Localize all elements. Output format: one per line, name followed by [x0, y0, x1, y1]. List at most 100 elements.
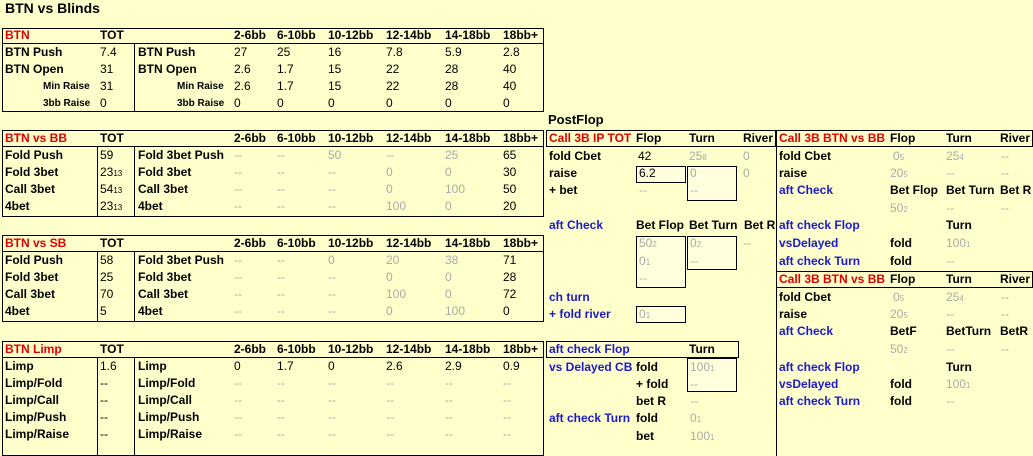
row-label: Fold Push: [5, 253, 63, 267]
value-cell: 1.7: [277, 62, 294, 76]
tot-value: 5413: [100, 182, 123, 196]
col-header: 6-10bb: [277, 131, 316, 145]
divider: [134, 43, 135, 112]
value-cell: 100: [445, 182, 466, 196]
row-label: Limp/Fold: [5, 376, 63, 390]
sb-section-header: BTN vs SB: [5, 236, 67, 250]
value-cell: 2.6: [386, 359, 403, 373]
value-cell: 38: [445, 253, 459, 267]
value-cell: 0: [503, 304, 510, 318]
btn-section-header: BTN: [5, 28, 30, 42]
row-label-2: Fold 3bet Push: [138, 253, 225, 267]
value-cell: --: [946, 342, 954, 356]
aft-check-label: aft Check: [779, 183, 834, 197]
col-header: Bet Turn: [689, 218, 738, 232]
row-label-2: 4bet: [138, 304, 163, 318]
value-cell: --: [639, 183, 647, 197]
value-cell: --: [234, 287, 242, 301]
raise-label: raise: [779, 307, 808, 321]
value-cell: --: [234, 427, 242, 441]
col-header: Bet R: [1000, 183, 1032, 197]
col-header: 2-6bb: [234, 236, 267, 250]
value-cell: 28: [445, 79, 459, 93]
col-header: 10-12bb: [328, 342, 374, 356]
tot-value: 58: [100, 253, 114, 267]
value-cell: --: [277, 393, 285, 407]
value-cell: --: [328, 376, 336, 390]
r1-section-header: Call 3B BTN vs BB: [779, 131, 886, 145]
limp-table-border: [2, 341, 544, 456]
col-header: 12-14bb: [386, 342, 432, 356]
value-cell: --: [234, 304, 242, 318]
value-cell: 100: [386, 287, 407, 301]
bet-r-label: bet R: [636, 394, 666, 408]
fold-label: fold: [890, 236, 912, 250]
value-cell: 0: [386, 165, 393, 179]
value-cell: 0: [277, 96, 284, 110]
col-header: 10-12bb: [328, 28, 374, 42]
value-cell: --: [277, 376, 285, 390]
row-label: Fold 3bet: [5, 165, 59, 179]
value-cell: --: [234, 410, 242, 424]
value-cell: --: [445, 376, 453, 390]
value-cell: 22: [386, 79, 400, 93]
col-header: 2-6bb: [234, 131, 267, 145]
value-cell: --: [328, 393, 336, 407]
value-cell: 0: [445, 287, 452, 301]
value-cell: --: [277, 182, 285, 196]
tot-value: 0: [100, 96, 107, 110]
col-header: 2-6bb: [234, 342, 267, 356]
divider: [97, 251, 98, 322]
col-header: Bet R: [744, 218, 776, 232]
row-label-2: Fold 3bet: [138, 270, 192, 284]
value-cell: --: [503, 393, 511, 407]
value-cell: 01: [690, 411, 702, 425]
value-cell: 05: [893, 290, 905, 304]
value-cell: --: [946, 201, 954, 215]
value-cell: 25: [445, 148, 459, 162]
col-header: Turn: [946, 272, 972, 286]
value-cell: 15: [328, 79, 342, 93]
bet-label: bet: [636, 429, 654, 443]
value-cell: 100: [386, 199, 407, 213]
fold-label: fold: [636, 411, 658, 425]
col-header: 12-14bb: [386, 28, 432, 42]
value-cell: --: [234, 182, 242, 196]
tot-header: TOT: [100, 342, 124, 356]
page-title: BTN vs Blinds: [5, 0, 100, 16]
divider: [134, 251, 135, 322]
value-cell: --: [277, 270, 285, 284]
value-cell: 0: [386, 270, 393, 284]
fold-label: fold: [890, 254, 912, 268]
value-cell: 20: [503, 199, 517, 213]
row-label-2: 4bet: [138, 199, 163, 213]
value-cell: 15: [328, 62, 342, 76]
value-cell: 2.6: [234, 62, 251, 76]
col-header: Flop: [890, 131, 916, 145]
col-header: 12-14bb: [386, 236, 432, 250]
tot-value: --: [100, 410, 108, 424]
divider: [776, 130, 777, 456]
tot-value: --: [100, 376, 108, 390]
row-label-2: BTN Open: [138, 62, 197, 76]
row-label: Min Raise: [43, 81, 90, 92]
value-cell: --: [445, 410, 453, 424]
value-cell: 0: [445, 96, 452, 110]
row-label-2: BTN Push: [138, 45, 196, 59]
vs-delayed-label: vsDelayed: [779, 236, 839, 250]
col-header: 2-6bb: [234, 28, 267, 42]
r2-section-header: Call 3B BTN vs BB: [779, 272, 886, 286]
value-cell: 502: [639, 236, 657, 250]
fold-river-label: + fold river: [549, 307, 611, 321]
value-cell: --: [445, 393, 453, 407]
value-cell: 0: [743, 166, 750, 180]
value-cell: --: [1001, 201, 1009, 215]
value-cell: 0: [445, 199, 452, 213]
bb-section-header: BTN vs BB: [5, 131, 68, 145]
row-label: Limp/Call: [5, 393, 60, 407]
value-cell: --: [234, 148, 242, 162]
value-cell: --: [328, 182, 336, 196]
tot-header: TOT: [100, 28, 124, 42]
col-header: 14-18bb: [445, 28, 491, 42]
value-cell: 01: [639, 254, 651, 268]
